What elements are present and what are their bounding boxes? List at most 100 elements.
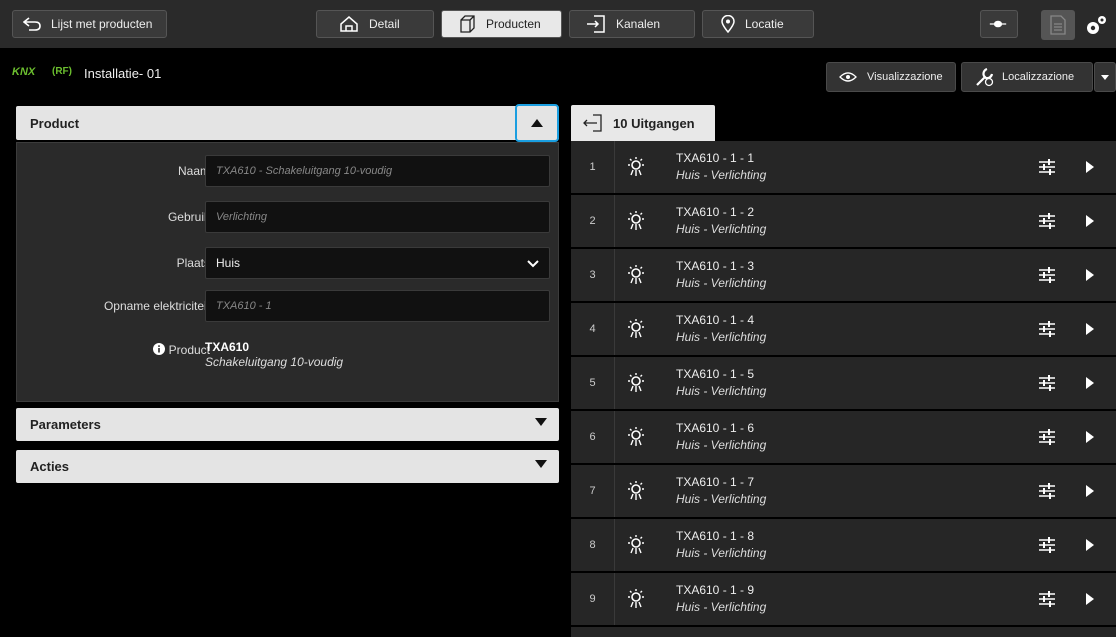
gears-icon xyxy=(1087,16,1106,34)
back-to-product-list-button[interactable]: Lijst met producten xyxy=(12,10,167,38)
light-bulb-icon xyxy=(628,535,644,554)
outputs-icon xyxy=(583,114,602,132)
rf-logo: (RF) xyxy=(52,66,72,77)
gebruik-input[interactable]: Verlichting xyxy=(205,201,550,233)
output-number: 9 xyxy=(571,573,615,625)
product-form: Naam TXA610 - Schakeluitgang 10-voudig G… xyxy=(16,142,559,402)
opname-row: Opname elektriciteit TXA610 - 1 xyxy=(17,290,560,322)
open-output-arrow-icon[interactable] xyxy=(1086,431,1094,443)
adjust-settings-icon[interactable] xyxy=(1037,157,1057,177)
output-row[interactable]: 5 TXA610 - 1 - 5 Huis - Verlichting xyxy=(571,357,1116,409)
tab-detail[interactable]: Detail xyxy=(316,10,434,38)
output-name: TXA610 - 1 - 8 xyxy=(676,529,755,543)
connection-button[interactable] xyxy=(980,10,1018,38)
naam-label: Naam xyxy=(177,164,210,178)
tab-kanalen[interactable]: Kanalen xyxy=(569,10,695,38)
tab-producten-label: Producten xyxy=(486,17,541,31)
product-code: TXA610 xyxy=(205,340,250,354)
output-row[interactable]: 4 TXA610 - 1 - 4 Huis - Verlichting xyxy=(571,303,1116,355)
output-number: 8 xyxy=(571,519,615,571)
connection-icon xyxy=(989,20,1007,28)
product-collapse-button[interactable] xyxy=(515,104,559,142)
adjust-settings-icon[interactable] xyxy=(1037,535,1057,555)
open-output-arrow-icon[interactable] xyxy=(1086,539,1094,551)
output-row[interactable]: 6 TXA610 - 1 - 6 Huis - Verlichting xyxy=(571,411,1116,463)
plaats-select[interactable]: Huis xyxy=(205,247,550,279)
output-location: Huis - Verlichting xyxy=(676,330,767,344)
chevron-down-icon xyxy=(527,260,539,268)
installation-title: Installatie- 01 xyxy=(84,66,162,81)
plaats-value: Huis xyxy=(216,256,241,270)
open-output-arrow-icon[interactable] xyxy=(1086,269,1094,281)
product-panel-header[interactable]: Product xyxy=(16,106,559,140)
adjust-settings-icon[interactable] xyxy=(1037,211,1057,231)
output-name: TXA610 - 1 - 2 xyxy=(676,205,755,219)
acties-panel-header[interactable]: Acties xyxy=(16,450,559,483)
cube-icon xyxy=(460,15,475,33)
tab-producten[interactable]: Producten xyxy=(441,10,562,38)
wrench-icon xyxy=(976,67,994,87)
output-location: Huis - Verlichting xyxy=(676,546,767,560)
light-bulb-icon xyxy=(628,265,644,284)
localizzazione-label: Localizzazione xyxy=(1002,71,1075,83)
output-name: TXA610 - 1 - 4 xyxy=(676,313,755,327)
naam-input[interactable]: TXA610 - Schakeluitgang 10-voudig xyxy=(205,155,550,187)
open-output-arrow-icon[interactable] xyxy=(1086,215,1094,227)
visualizzazione-button[interactable]: Visualizzazione xyxy=(826,62,956,92)
adjust-settings-icon[interactable] xyxy=(1037,373,1057,393)
output-row[interactable]: 7 TXA610 - 1 - 7 Huis - Verlichting xyxy=(571,465,1116,517)
open-output-arrow-icon[interactable] xyxy=(1086,485,1094,497)
output-number: 7 xyxy=(571,465,615,517)
plaats-row: Plaats Huis xyxy=(17,247,560,279)
open-output-arrow-icon[interactable] xyxy=(1086,593,1094,605)
open-output-arrow-icon[interactable] xyxy=(1086,323,1094,335)
output-row[interactable]: 2 TXA610 - 1 - 2 Huis - Verlichting xyxy=(571,195,1116,247)
adjust-settings-icon[interactable] xyxy=(1037,589,1057,609)
triangle-down-icon xyxy=(535,460,547,468)
output-location: Huis - Verlichting xyxy=(676,492,767,506)
light-bulb-icon xyxy=(628,157,644,176)
parameters-panel-header[interactable]: Parameters xyxy=(16,408,559,441)
document-button[interactable] xyxy=(1041,10,1075,40)
tab-kanalen-label: Kanalen xyxy=(616,17,661,31)
knx-logo: KNX xyxy=(12,66,36,78)
localizzazione-dropdown-button[interactable] xyxy=(1094,62,1116,92)
open-output-arrow-icon[interactable] xyxy=(1086,377,1094,389)
adjust-settings-icon[interactable] xyxy=(1037,427,1057,447)
eye-icon xyxy=(839,72,857,82)
light-bulb-icon xyxy=(628,319,644,338)
plaats-label: Plaats xyxy=(176,256,210,270)
output-row[interactable]: 9 TXA610 - 1 - 9 Huis - Verlichting xyxy=(571,573,1116,625)
output-row[interactable]: 8 TXA610 - 1 - 8 Huis - Verlichting xyxy=(571,519,1116,571)
adjust-settings-icon[interactable] xyxy=(1037,265,1057,285)
naam-row: Naam TXA610 - Schakeluitgang 10-voudig xyxy=(17,155,560,187)
tab-locatie[interactable]: Locatie xyxy=(702,10,814,38)
adjust-settings-icon[interactable] xyxy=(1037,319,1057,339)
output-number: 2 xyxy=(571,195,615,247)
acties-title: Acties xyxy=(30,459,70,474)
outputs-tab[interactable]: 10 Uitgangen xyxy=(571,105,715,141)
output-row[interactable]: 3 TXA610 - 1 - 3 Huis - Verlichting xyxy=(571,249,1116,301)
output-row-partial[interactable] xyxy=(571,627,1116,637)
parameters-title: Parameters xyxy=(30,417,101,432)
back-arrow-icon xyxy=(23,17,41,31)
opname-input[interactable]: TXA610 - 1 xyxy=(205,290,550,322)
settings-button[interactable] xyxy=(1082,12,1110,38)
output-name: TXA610 - 1 - 5 xyxy=(676,367,755,381)
tab-detail-label: Detail xyxy=(369,17,400,31)
open-output-arrow-icon[interactable] xyxy=(1086,161,1094,173)
opname-label: Opname elektriciteit xyxy=(103,299,210,313)
output-location: Huis - Verlichting xyxy=(676,384,767,398)
outputs-tab-label: 10 Uitgangen xyxy=(613,115,695,131)
output-row[interactable]: 1 TXA610 - 1 - 1 Huis - Verlichting xyxy=(571,141,1116,193)
light-bulb-icon xyxy=(628,373,644,392)
output-number: 3 xyxy=(571,249,615,301)
info-icon xyxy=(153,343,166,355)
output-name: TXA610 - 1 - 3 xyxy=(676,259,755,273)
outputs-list: 1 TXA610 - 1 - 1 Huis - Verlichting 2 TXA610… xyxy=(571,141,1116,637)
localizzazione-button[interactable]: Localizzazione xyxy=(961,62,1093,92)
output-location: Huis - Verlichting xyxy=(676,168,767,182)
output-number: 4 xyxy=(571,303,615,355)
adjust-settings-icon[interactable] xyxy=(1037,481,1057,501)
output-location: Huis - Verlichting xyxy=(676,222,767,236)
